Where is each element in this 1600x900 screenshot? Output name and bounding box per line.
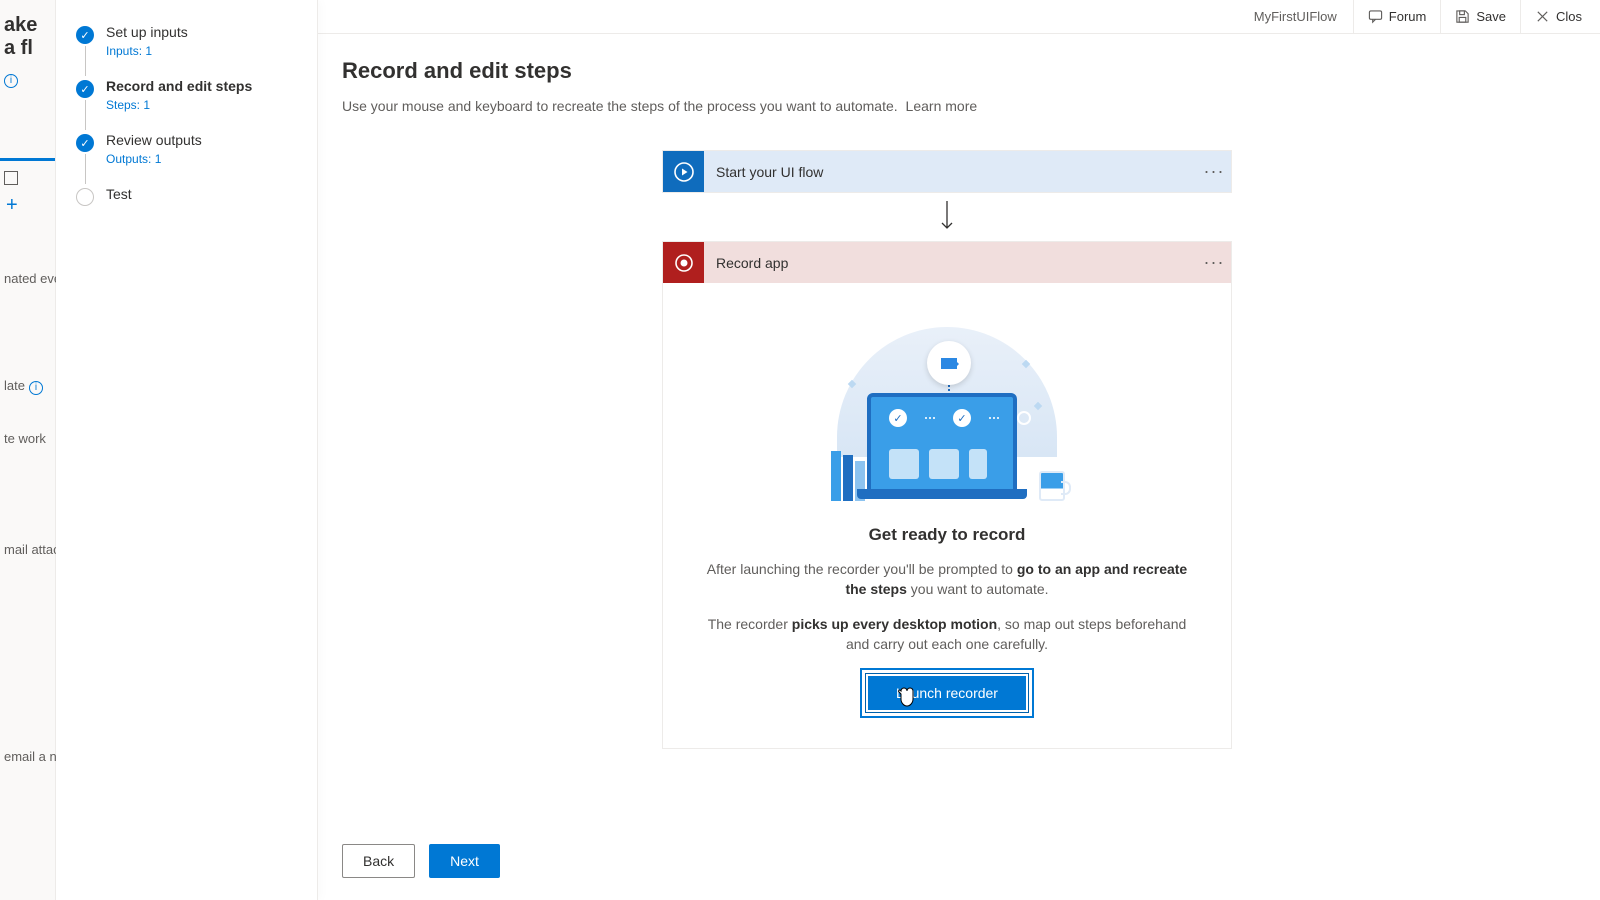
flow-name-label[interactable]: MyFirstUIFlow: [1254, 9, 1337, 24]
main-content: Record and edit steps Use your mouse and…: [318, 34, 1600, 900]
check-icon: ✓: [76, 134, 94, 152]
step-sub-link[interactable]: Inputs: 1: [106, 44, 301, 58]
panel-paragraph-1: After launching the recorder you'll be p…: [699, 559, 1195, 600]
step-sub-link[interactable]: Outputs: 1: [106, 152, 301, 166]
record-panel: ✓✓ Get ready to record After launching t…: [663, 283, 1231, 748]
info-icon: i: [4, 74, 18, 88]
card-title: Record app: [704, 255, 1197, 271]
back-button[interactable]: Back: [342, 844, 415, 878]
wizard-step-inputs[interactable]: ✓ Set up inputs Inputs: 1: [76, 24, 301, 58]
wizard-step-test[interactable]: Test: [76, 186, 301, 202]
panel-heading: Get ready to record: [699, 525, 1195, 545]
info-icon: i: [29, 381, 43, 395]
card-header[interactable]: Record app ···: [663, 242, 1231, 283]
wizard-footer: Back Next: [342, 844, 500, 878]
next-button[interactable]: Next: [429, 844, 500, 878]
plus-icon: +: [0, 194, 55, 217]
record-icon: [663, 242, 704, 283]
grid-icon: [4, 171, 18, 185]
close-icon: [1535, 9, 1550, 24]
recorder-illustration: ✓✓: [807, 307, 1087, 507]
page-description: Use your mouse and keyboard to recreate …: [342, 98, 1600, 114]
step-title: Review outputs: [106, 132, 301, 148]
panel-paragraph-2: The recorder picks up every desktop moti…: [699, 614, 1195, 655]
top-bar: MyFirstUIFlow Forum Save Clos: [318, 0, 1600, 34]
card-more-button[interactable]: ···: [1197, 252, 1231, 273]
bg-text-fragment: email a n: [0, 743, 55, 770]
wizard-steps-sidebar: ✓ Set up inputs Inputs: 1 ✓ Record and e…: [56, 0, 318, 900]
wizard-step-record[interactable]: ✓ Record and edit steps Steps: 1: [76, 78, 301, 112]
play-circle-icon: [663, 151, 704, 192]
check-icon: ✓: [76, 80, 94, 98]
step-sub-link[interactable]: Steps: 1: [106, 98, 301, 112]
step-title: Record and edit steps: [106, 78, 301, 94]
arrow-down-icon: [940, 201, 954, 231]
pending-step-icon: [76, 188, 94, 206]
camera-icon: [927, 341, 971, 385]
step-title: Set up inputs: [106, 24, 301, 40]
card-more-button[interactable]: ···: [1197, 161, 1231, 182]
check-icon: ✓: [76, 26, 94, 44]
step-title: Test: [106, 186, 301, 202]
bg-text-fragment: nated even: [0, 265, 55, 292]
bg-text-fragment: latei: [0, 372, 55, 401]
close-button[interactable]: Clos: [1520, 0, 1596, 33]
save-icon: [1455, 9, 1470, 24]
bg-text-fragment: te work: [0, 425, 55, 452]
wizard-step-outputs[interactable]: ✓ Review outputs Outputs: 1: [76, 132, 301, 166]
flow-card-start[interactable]: Start your UI flow ···: [662, 150, 1232, 193]
bg-active-tab-indicator: [0, 158, 55, 161]
save-button[interactable]: Save: [1440, 0, 1520, 33]
background-left-strip: ake a fl i + nated even latei te work ma…: [0, 0, 56, 900]
bg-text-fragment: mail attac: [0, 536, 55, 563]
chat-icon: [1368, 9, 1383, 24]
forum-button[interactable]: Forum: [1353, 0, 1441, 33]
flow-card-record: Record app ··· ✓✓: [662, 241, 1232, 749]
launch-recorder-button[interactable]: Launch recorder: [866, 674, 1028, 712]
bg-title-fragment: ake a fl: [0, 0, 55, 70]
page-heading: Record and edit steps: [342, 58, 1600, 84]
learn-more-link[interactable]: Learn more: [906, 98, 978, 114]
card-title: Start your UI flow: [704, 164, 1197, 180]
